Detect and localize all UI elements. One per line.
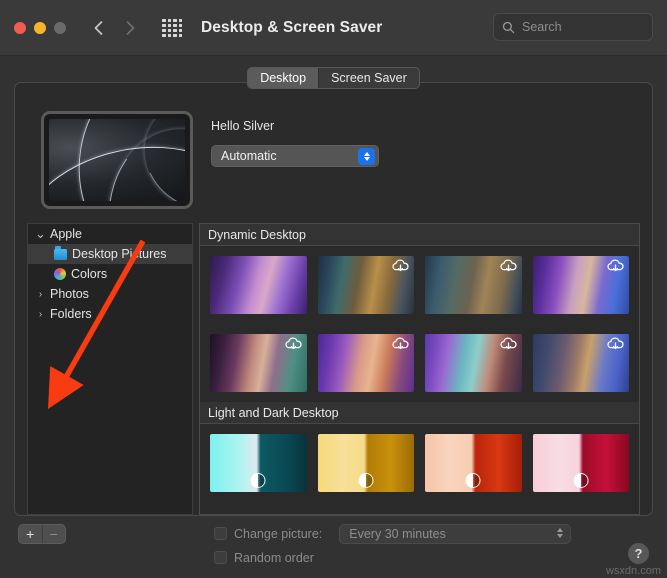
wallpaper-thumbnail[interactable] xyxy=(317,334,414,392)
wallpaper-thumbnail[interactable] xyxy=(425,334,522,392)
wallpaper-gallery[interactable]: Dynamic Desktop Light and Dark Desktop xyxy=(199,223,640,515)
current-wallpaper-row: Hello Silver Automatic xyxy=(15,103,652,209)
icloud-download-icon[interactable] xyxy=(391,337,410,352)
wallpaper-thumbnail[interactable] xyxy=(210,256,307,314)
light-dark-split-icon xyxy=(573,473,589,488)
search-icon xyxy=(502,21,515,34)
gallery-row xyxy=(200,246,639,324)
wallpaper-thumbnail[interactable] xyxy=(317,256,414,314)
gallery-section-header: Dynamic Desktop xyxy=(200,224,639,246)
folder-icon xyxy=(54,246,67,260)
source-sidebar[interactable]: ⌄ Apple Desktop Pictures Colors › Photos › Fold… xyxy=(27,223,193,515)
page-title: Desktop & Screen Saver xyxy=(201,18,383,36)
change-picture-label: Change picture: xyxy=(234,526,323,541)
wallpaper-preview-image xyxy=(49,119,185,201)
tab-desktop[interactable]: Desktop xyxy=(248,68,320,88)
icloud-download-icon[interactable] xyxy=(606,259,625,274)
light-dark-split-icon xyxy=(250,473,266,488)
all-preferences-grid-icon[interactable] xyxy=(161,17,183,39)
traffic-light-group xyxy=(14,21,66,34)
search-input-placeholder: Search xyxy=(522,20,562,34)
icloud-download-icon[interactable] xyxy=(606,337,625,352)
minimize-window-button[interactable] xyxy=(34,21,46,34)
sidebar-item-label: Folders xyxy=(50,307,92,321)
icloud-download-icon[interactable] xyxy=(284,337,303,352)
maximize-window-button[interactable] xyxy=(54,21,66,34)
sidebar-item-photos[interactable]: › Photos xyxy=(28,284,192,304)
appearance-popup-value: Automatic xyxy=(221,149,277,163)
change-interval-popup-button[interactable]: Every 30 minutes xyxy=(339,523,572,544)
help-button[interactable]: ? xyxy=(628,543,649,564)
random-order-label: Random order xyxy=(234,550,314,565)
remove-folder-button[interactable]: − xyxy=(43,525,66,543)
light-dark-split-icon xyxy=(358,473,374,488)
appearance-popup-button[interactable]: Automatic xyxy=(211,145,379,167)
sidebar-item-label: Colors xyxy=(71,267,108,281)
chevron-left-icon[interactable] xyxy=(92,19,106,37)
random-order-row: Random order xyxy=(214,548,571,567)
chevron-updown-icon xyxy=(557,527,564,538)
sidebar-item-desktop-pictures[interactable]: Desktop Pictures xyxy=(28,244,192,264)
wallpaper-thumbnail[interactable] xyxy=(532,434,629,492)
wallpaper-thumbnail[interactable] xyxy=(210,334,307,392)
wallpaper-name: Hello Silver xyxy=(211,119,275,133)
watermark-text: wsxdn.com xyxy=(605,565,661,577)
random-order-checkbox[interactable] xyxy=(214,551,227,564)
wallpaper-meta: Hello Silver Automatic xyxy=(211,111,379,209)
icloud-download-icon[interactable] xyxy=(391,259,410,274)
gallery-section-header: Light and Dark Desktop xyxy=(200,402,639,424)
change-interval-value: Every 30 minutes xyxy=(349,526,446,541)
sidebar-item-apple[interactable]: ⌄ Apple xyxy=(28,224,192,244)
chevron-right-icon[interactable] xyxy=(123,19,137,37)
close-window-button[interactable] xyxy=(14,21,26,34)
wallpaper-thumbnail[interactable] xyxy=(532,256,629,314)
wallpaper-thumbnail[interactable] xyxy=(532,334,629,392)
sidebar-item-label: Apple xyxy=(50,227,82,241)
change-picture-checkbox[interactable] xyxy=(214,527,227,540)
icloud-download-icon[interactable] xyxy=(499,259,518,274)
navigation-buttons xyxy=(92,19,137,37)
sidebar-item-folders[interactable]: › Folders xyxy=(28,304,192,324)
footer-options: Change picture: Every 30 minutes Random … xyxy=(214,523,572,567)
wallpaper-thumbnail[interactable] xyxy=(210,434,307,492)
gallery-row xyxy=(200,324,639,402)
color-wheel-icon xyxy=(54,268,66,280)
tab-screen-saver[interactable]: Screen Saver xyxy=(319,68,419,88)
wallpaper-thumbnail[interactable] xyxy=(317,434,414,492)
sidebar-item-label: Desktop Pictures xyxy=(72,247,167,261)
preferences-window: Desktop & Screen Saver Search Desktop Sc… xyxy=(0,0,667,578)
gallery-row xyxy=(200,424,639,502)
chevron-right-icon[interactable]: › xyxy=(36,309,45,320)
add-folder-button[interactable]: + xyxy=(19,525,43,543)
browser-split: ⌄ Apple Desktop Pictures Colors › Photos › Fold… xyxy=(15,209,652,515)
wallpaper-thumbnail[interactable] xyxy=(425,256,522,314)
window-titlebar: Desktop & Screen Saver Search xyxy=(0,0,667,56)
wallpaper-preview-frame xyxy=(41,111,193,209)
chevron-updown-icon xyxy=(358,148,375,165)
chevron-right-icon[interactable]: › xyxy=(36,289,45,300)
panel-footer: + − Change picture: Every 30 minutes Ran… xyxy=(0,516,667,578)
desktop-settings-panel: Hello Silver Automatic ⌄ Apple Desktop Pic… xyxy=(14,82,653,516)
icloud-download-icon[interactable] xyxy=(499,337,518,352)
add-remove-source-group: + − xyxy=(18,524,66,544)
sidebar-item-colors[interactable]: Colors xyxy=(28,264,192,284)
search-field[interactable]: Search xyxy=(493,13,653,41)
wallpaper-thumbnail[interactable] xyxy=(425,434,522,492)
chevron-down-icon[interactable]: ⌄ xyxy=(35,226,46,242)
light-dark-split-icon xyxy=(465,473,481,488)
change-picture-row: Change picture: Every 30 minutes xyxy=(214,523,572,544)
sidebar-item-label: Photos xyxy=(50,287,89,301)
